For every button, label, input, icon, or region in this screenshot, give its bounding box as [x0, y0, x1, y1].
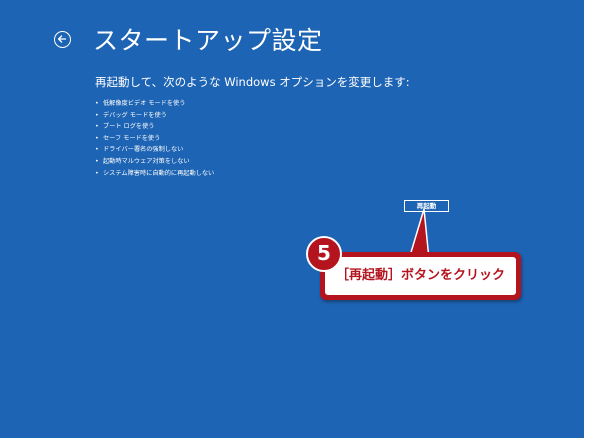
page-title: スタートアップ設定 [93, 26, 323, 55]
list-item: • デバッグ モードを使う [95, 111, 167, 119]
list-item: • システム障害時に自動的に再起動しない [95, 169, 215, 177]
list-item: • セーフ モードを使う [95, 134, 161, 142]
list-item: • ブート ログを使う [95, 123, 155, 131]
back-button[interactable] [54, 31, 71, 48]
description-text: 再起動して、次のような Windows オプションを変更します: [95, 75, 410, 89]
options-list: • 低解像度ビデオ モードを使う • デバッグ モードを使う • ブート ログを使う … [95, 98, 214, 179]
list-item: • ドライバー署名の強制しない [95, 146, 184, 154]
step-number-badge: 5 [306, 236, 342, 272]
option-label: システム障害時に自動的に再起動しない [103, 169, 215, 177]
callout-text: ［再起動］ボタンをクリック [325, 257, 516, 295]
option-label: ドライバー署名の強制しない [103, 146, 184, 154]
back-arrow-icon [57, 35, 67, 43]
option-label: ブート ログを使う [103, 123, 155, 131]
option-label: デバッグ モードを使う [103, 111, 167, 119]
option-label: セーフ モードを使う [103, 134, 161, 142]
list-item: • 起動時マルウェア対策をしない [95, 157, 190, 165]
option-label: 低解像度ビデオ モードを使う [103, 100, 186, 107]
startup-settings-screen: スタートアップ設定 再起動して、次のような Windows オプションを変更しま… [0, 0, 584, 438]
callout-box: ［再起動］ボタンをクリック [320, 252, 521, 300]
option-label: 起動時マルウェア対策をしない [103, 157, 190, 165]
list-item: • 低解像度ビデオ モードを使う [95, 100, 186, 107]
